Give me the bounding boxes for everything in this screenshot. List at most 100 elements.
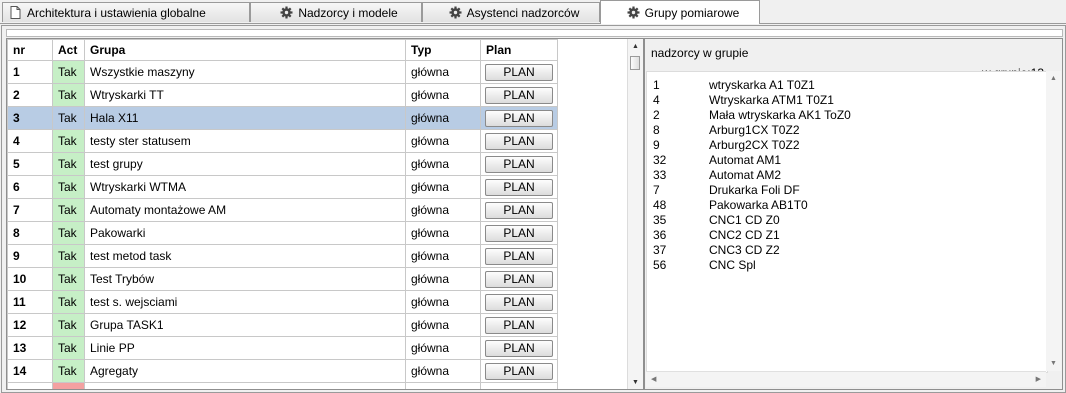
cell-grupa[interactable]: Wtryskarki TT <box>84 83 406 107</box>
list-item[interactable]: 7 Drukarka Foli DF <box>653 183 800 198</box>
cell-typ[interactable]: główna <box>405 106 481 130</box>
cell-plan[interactable]: PLAN <box>480 129 558 153</box>
cell-grupa[interactable]: Wtryskarki WTMA <box>84 175 406 199</box>
scroll-thumb[interactable] <box>630 56 640 70</box>
cell-plan[interactable]: PLAN <box>480 106 558 130</box>
list-item[interactable]: 56 CNC Spl <box>653 258 756 273</box>
table-row[interactable]: 5 Tak test grupy główna PLAN <box>7 152 558 176</box>
scroll-down-arrow-icon[interactable]: ▼ <box>1050 360 1057 367</box>
cell-plan[interactable]: PLAN <box>480 152 558 176</box>
cell-act[interactable]: Tak <box>52 198 85 222</box>
cell-grupa[interactable]: Grupa TASK1 <box>84 313 406 337</box>
cell-act[interactable]: Tak <box>52 336 85 360</box>
table-row[interactable]: 1 Tak Wszystkie maszyny główna PLAN <box>7 60 558 84</box>
cell-act[interactable]: Tak <box>52 175 85 199</box>
cell-nr[interactable]: 11 <box>7 290 53 314</box>
scroll-up-arrow-icon[interactable]: ▲ <box>628 39 643 53</box>
list-item[interactable]: 36 CNC2 CD Z1 <box>653 228 780 243</box>
cell-grupa[interactable]: Pakowarki <box>84 221 406 245</box>
plan-button[interactable]: PLAN <box>485 362 553 380</box>
list-item[interactable]: 4 Wtryskarka ATM1 T0Z1 <box>653 93 834 108</box>
plan-button[interactable]: PLAN <box>485 224 553 242</box>
cell-plan[interactable]: PLAN <box>480 244 558 268</box>
cell-typ[interactable]: główna <box>405 221 481 245</box>
cell-nr[interactable]: 6 <box>7 175 53 199</box>
plan-button[interactable]: PLAN <box>485 109 553 127</box>
plan-button[interactable]: PLAN <box>485 132 553 150</box>
table-row[interactable]: 10 Tak Test Trybów główna PLAN <box>7 267 558 291</box>
tab-2[interactable]: Nadzorcy i modele <box>250 2 422 22</box>
cell-plan[interactable]: PLAN <box>480 359 558 383</box>
table-row[interactable]: 8 Tak Pakowarki główna PLAN <box>7 221 558 245</box>
table-row[interactable]: 7 Tak Automaty montażowe AM główna PLAN <box>7 198 558 222</box>
members-horizontal-scrollbar[interactable]: ◀ ▶ <box>646 371 1046 387</box>
cell-nr[interactable]: 13 <box>7 336 53 360</box>
cell-grupa[interactable]: Wszystkie maszyny <box>84 60 406 84</box>
plan-button[interactable]: PLAN <box>485 270 553 288</box>
cell-typ[interactable]: główna <box>405 129 481 153</box>
plan-button[interactable]: PLAN <box>485 178 553 196</box>
cell-act[interactable]: Tak <box>52 267 85 291</box>
tab-1[interactable]: Architektura i ustawienia globalne <box>2 2 250 22</box>
cell-nr[interactable]: 1 <box>7 60 53 84</box>
list-item[interactable]: 37 CNC3 CD Z2 <box>653 243 780 258</box>
cell-typ[interactable]: główna <box>405 267 481 291</box>
cell-act[interactable]: Tak <box>52 244 85 268</box>
cell-grupa[interactable]: Automaty montażowe AM <box>84 198 406 222</box>
cell-typ[interactable]: główna <box>405 336 481 360</box>
scroll-left-arrow-icon[interactable]: ◀ <box>651 375 656 383</box>
cell-nr[interactable]: 10 <box>7 267 53 291</box>
cell-act[interactable]: Tak <box>52 83 85 107</box>
list-item[interactable]: 1 wtryskarka A1 T0Z1 <box>653 78 815 93</box>
cell-typ[interactable]: główna <box>405 313 481 337</box>
plan-button[interactable]: PLAN <box>485 339 553 357</box>
cell-nr[interactable]: 4 <box>7 129 53 153</box>
cell-act[interactable]: Tak <box>52 152 85 176</box>
cell-act[interactable]: Tak <box>52 313 85 337</box>
scroll-up-arrow-icon[interactable]: ▲ <box>1050 75 1057 82</box>
col-header-grupa[interactable]: Grupa <box>84 39 406 61</box>
plan-button[interactable]: PLAN <box>485 316 553 334</box>
cell-typ[interactable]: główna <box>405 83 481 107</box>
cell-typ[interactable]: główna <box>405 290 481 314</box>
list-item[interactable]: 35 CNC1 CD Z0 <box>653 213 780 228</box>
cell-grupa[interactable]: testy ster statusem <box>84 129 406 153</box>
cell-typ[interactable]: główna <box>405 359 481 383</box>
cell-plan[interactable]: PLAN <box>480 290 558 314</box>
table-row[interactable]: 14 Tak Agregaty główna PLAN <box>7 359 558 383</box>
group-members-list[interactable]: 1 wtryskarka A1 T0Z1 4 Wtryskarka ATM1 T0Z1… <box>646 71 1048 373</box>
cell-plan[interactable]: PLAN <box>480 267 558 291</box>
cell-plan[interactable]: PLAN <box>480 313 558 337</box>
cell-typ[interactable]: główna <box>405 382 481 389</box>
col-header-act[interactable]: Act <box>52 39 85 61</box>
cell-nr[interactable]: 15 <box>7 382 53 389</box>
list-item[interactable]: 9 Arburg2CX T0Z2 <box>653 138 800 153</box>
cell-typ[interactable]: główna <box>405 198 481 222</box>
cell-plan[interactable]: PLAN <box>480 83 558 107</box>
cell-typ[interactable]: główna <box>405 60 481 84</box>
cell-nr[interactable]: 9 <box>7 244 53 268</box>
cell-act[interactable]: Tak <box>52 290 85 314</box>
cell-nr[interactable]: 14 <box>7 359 53 383</box>
cell-grupa[interactable]: Hala X11 <box>84 106 406 130</box>
cell-nr[interactable]: 7 <box>7 198 53 222</box>
table-row[interactable]: 12 Tak Grupa TASK1 główna PLAN <box>7 313 558 337</box>
cell-typ[interactable]: główna <box>405 244 481 268</box>
cell-grupa[interactable]: test grupy <box>84 152 406 176</box>
list-item[interactable]: 48 Pakowarka AB1T0 <box>653 198 808 213</box>
table-row[interactable]: 3 Tak Hala X11 główna PLAN <box>7 106 558 130</box>
col-header-plan[interactable]: Plan <box>480 39 558 61</box>
cell-grupa[interactable]: Agregaty <box>84 359 406 383</box>
cell-nr[interactable]: 8 <box>7 221 53 245</box>
cell-typ[interactable]: główna <box>405 152 481 176</box>
cell-plan[interactable] <box>480 382 558 389</box>
table-row[interactable]: 15Nie główna <box>7 382 558 389</box>
cell-grupa[interactable] <box>84 382 406 389</box>
cell-plan[interactable]: PLAN <box>480 336 558 360</box>
list-item[interactable]: 2 Mała wtryskarka AK1 ToZ0 <box>653 108 851 123</box>
tab-3[interactable]: Asystenci nadzorców <box>422 2 600 22</box>
cell-plan[interactable]: PLAN <box>480 175 558 199</box>
cell-plan[interactable]: PLAN <box>480 221 558 245</box>
table-vertical-scrollbar[interactable]: ▲ ▼ <box>627 39 643 389</box>
cell-grupa[interactable]: Linie PP <box>84 336 406 360</box>
